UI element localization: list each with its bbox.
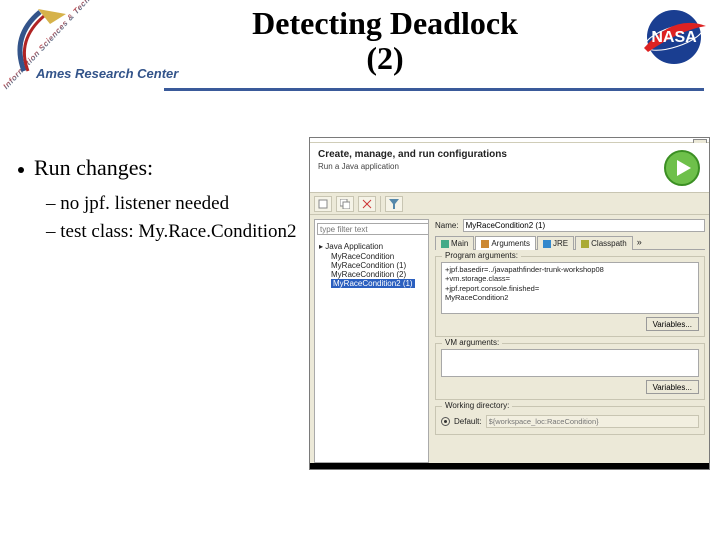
tree-item[interactable]: MyRaceCondition (2) [317,270,426,279]
tool-new-button[interactable] [314,196,332,212]
bullet2b-text: test class: My.Race.Condition2 [60,221,296,242]
tree-item[interactable]: MyRaceCondition (1) [317,261,426,270]
wd-default-field [486,415,699,428]
bullet-level2-a: – no jpf. listener needed [46,193,328,215]
bullet2a-text: no jpf. listener needed [60,193,229,214]
dialog-banner: Create, manage, and run configurations R… [310,143,709,193]
wd-default-label: Default: [454,417,482,426]
delete-icon [362,199,372,209]
banner-subtitle: Run a Java application [318,162,701,171]
run-dialog: × Create, manage, and run configurations… [309,137,710,470]
tree-item[interactable]: MyRaceCondition [317,252,426,261]
vm-args-label: VM arguments: [442,338,502,347]
run-icon [663,149,701,187]
tab-classpath[interactable]: Classpath [575,236,633,250]
name-input[interactable] [463,219,705,232]
program-args-textarea[interactable]: +jpf.basedir=../javapathfinder-trunk-wor… [441,262,699,314]
dialog-toolbar [310,193,709,215]
slide-body: Run changes: – no jpf. listener needed –… [18,155,328,249]
title-line1: Detecting Deadlock [252,5,518,41]
bullet1-text: Run changes: [34,155,153,180]
tree-filter-input[interactable] [317,223,429,235]
tree-item-selected[interactable]: MyRaceCondition2 (1) [317,279,426,288]
nasa-logo: NASA [640,8,708,66]
slide-header: Information Sciences & Technology Ames R… [0,0,720,100]
ames-label: Ames Research Center [36,66,178,81]
config-tree[interactable]: ✕ ▸ Java Application MyRaceCondition MyR… [314,219,429,463]
bullet-level2-b: – test class: My.Race.Condition2 [46,221,328,243]
ames-logo: Information Sciences & Technology Ames R… [6,6,186,96]
tool-delete-button[interactable] [358,196,376,212]
vm-args-textarea[interactable] [441,349,699,377]
title-line2: (2) [366,40,403,76]
tree-root[interactable]: ▸ Java Application [317,241,426,252]
tab-jre[interactable]: JRE [537,236,574,250]
duplicate-icon [340,199,350,209]
jre-tab-icon [543,240,551,248]
bullet-level1: Run changes: [18,155,328,181]
program-args-label: Program arguments: [442,251,521,260]
tool-filter-button[interactable] [385,196,403,212]
dialog-bottom-strip [310,463,709,469]
name-label: Name: [435,221,459,230]
filter-icon [389,199,399,209]
config-editor: Name: Main Arguments JRE Classpath » Pro… [429,215,709,467]
slide-title: Detecting Deadlock (2) [170,6,600,76]
classpath-tab-icon [581,240,589,248]
tree-root-label: Java Application [325,242,383,251]
header-divider [164,88,704,91]
tab-main[interactable]: Main [435,236,474,250]
working-dir-group: Working directory: Default: [435,406,705,435]
vm-args-variables-button[interactable]: Variables... [646,380,699,394]
bullet-dot-icon [18,167,24,173]
config-tabs: Main Arguments JRE Classpath » [435,235,705,250]
new-icon [318,199,328,209]
svg-text:NASA: NASA [651,29,697,46]
vm-args-group: VM arguments: Variables... [435,343,705,400]
arguments-tab-icon [481,240,489,248]
working-dir-label: Working directory: [442,401,512,410]
main-tab-icon [441,240,449,248]
wd-default-radio[interactable] [441,417,450,426]
banner-title: Create, manage, and run configurations [318,149,701,160]
tab-arguments[interactable]: Arguments [475,236,536,250]
tabs-overflow[interactable]: » [634,235,645,249]
toolbar-separator [380,196,381,212]
tool-duplicate-button[interactable] [336,196,354,212]
program-args-group: Program arguments: +jpf.basedir=../javap… [435,256,705,337]
program-args-variables-button[interactable]: Variables... [646,317,699,331]
